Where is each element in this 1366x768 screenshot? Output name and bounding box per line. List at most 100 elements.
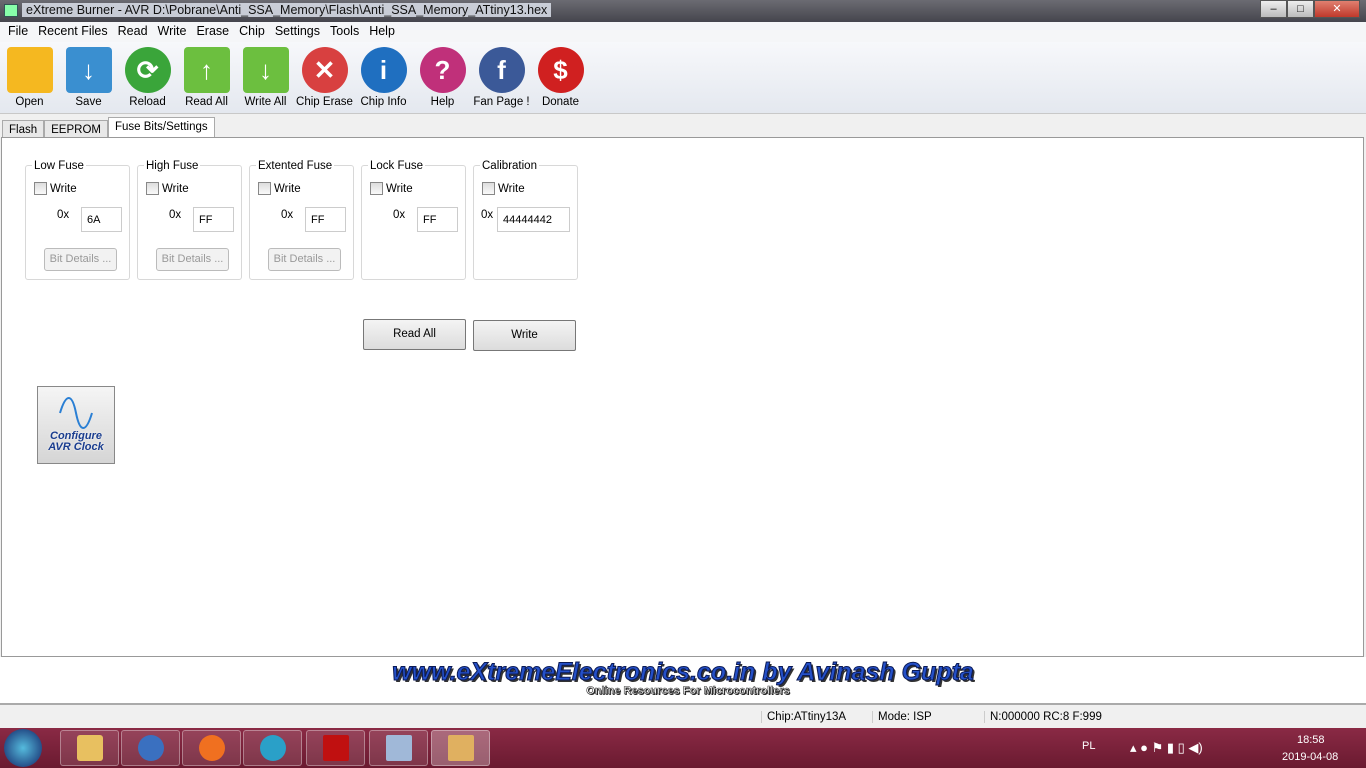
configure-avr-clock-label: Configure AVR Clock <box>48 430 104 453</box>
bit-details-button[interactable]: Bit Details ... <box>44 248 117 271</box>
fuse-group-extented-fuse: Extented Fuse Write 0x FF Bit Details ... <box>249 160 354 280</box>
tab-flash[interactable]: Flash <box>2 120 45 138</box>
taskbar-thunderbird[interactable] <box>121 730 180 766</box>
checkbox-box[interactable] <box>370 182 383 195</box>
thunderbird-icon <box>137 735 164 761</box>
extreme-burner-icon <box>447 735 474 761</box>
toolbar-save-button[interactable]: ↓ Save <box>59 42 118 114</box>
toolbar-write-all-button[interactable]: ↓ Write All <box>236 42 295 114</box>
reload-icon: ⟳ <box>124 47 171 93</box>
save-icon: ↓ <box>65 47 112 93</box>
checkbox-box[interactable] <box>258 182 271 195</box>
toolbar-fan-page-button[interactable]: f Fan Page ! <box>472 42 531 114</box>
menu-file[interactable]: File <box>3 22 33 42</box>
fuse-value-input[interactable]: FF <box>193 207 234 232</box>
toolbar-read-all-button[interactable]: ↑ Read All <box>177 42 236 114</box>
tab-bar: Flash EEPROM Fuse Bits/Settings <box>2 117 215 138</box>
facebook-icon: f <box>478 47 525 93</box>
write-checkbox-label: Write <box>498 182 525 195</box>
tab-eeprom[interactable]: EEPROM <box>44 120 108 138</box>
checkbox-box[interactable] <box>146 182 159 195</box>
fuse-group-calibration: Calibration Write 0x 44444442 <box>473 160 578 280</box>
write-checkbox[interactable]: Write <box>258 182 301 195</box>
menu-help[interactable]: Help <box>364 22 400 42</box>
taskbar-acrobat[interactable] <box>306 730 365 766</box>
menu-tools[interactable]: Tools <box>325 22 364 42</box>
clock-date[interactable]: 2019-04-08 <box>1282 751 1338 763</box>
pdf-icon <box>322 735 349 761</box>
fuse-value-input[interactable]: FF <box>305 207 346 232</box>
toolbar-help-button[interactable]: ? Help <box>413 42 472 114</box>
language-indicator[interactable]: PL <box>1082 740 1095 752</box>
write-checkbox-label: Write <box>50 182 77 195</box>
maximize-button[interactable]: □ <box>1287 0 1314 18</box>
write-checkbox[interactable]: Write <box>370 182 413 195</box>
s-app-icon <box>259 735 286 761</box>
taskbar-firefox[interactable] <box>182 730 241 766</box>
taskbar-skype[interactable] <box>243 730 302 766</box>
checkbox-box[interactable] <box>482 182 495 195</box>
close-button[interactable]: ✕ <box>1314 0 1360 18</box>
status-bar: Chip:ATtiny13A Mode: ISP N:000000 RC:8 F… <box>0 707 1366 728</box>
fuse-group-title: Calibration <box>480 160 539 172</box>
read-all-icon: ↑ <box>183 47 230 93</box>
toolbar-donate-button[interactable]: $ Donate <box>531 42 590 114</box>
bit-details-button[interactable]: Bit Details ... <box>156 248 229 271</box>
taskbar: PL ▴ ● ⚑ ▮ ▯ ◀) 18:58 2019-04-08 <box>0 728 1366 768</box>
toolbar-reload-button[interactable]: ⟳ Reload <box>118 42 177 114</box>
hex-prefix: 0x <box>393 209 406 221</box>
fuse-group-high-fuse: High Fuse Write 0x FF Bit Details ... <box>137 160 242 280</box>
configure-avr-clock-button[interactable]: Configure AVR Clock <box>37 386 115 464</box>
menu-write[interactable]: Write <box>153 22 192 42</box>
toolbar-label: Fan Page ! <box>473 96 530 108</box>
menu-recent-files[interactable]: Recent Files <box>33 22 112 42</box>
taskbar-extreme-burner[interactable] <box>431 730 490 766</box>
tray-icons[interactable]: ▴ ● ⚑ ▮ ▯ ◀) <box>1130 740 1203 756</box>
folder-icon <box>6 47 53 93</box>
menu-settings[interactable]: Settings <box>270 22 325 42</box>
clock-time[interactable]: 18:58 <box>1297 734 1325 746</box>
read-all-button[interactable]: Read All <box>363 319 466 350</box>
fuse-value-input[interactable]: FF <box>417 207 458 232</box>
toolbar-open-button[interactable]: Open <box>0 42 59 114</box>
hex-prefix: 0x <box>281 209 294 221</box>
toolbar-chip-erase-button[interactable]: ✕ Chip Erase <box>295 42 354 114</box>
status-info: N:000000 RC:8 F:999 <box>984 711 1102 723</box>
write-checkbox-label: Write <box>386 182 413 195</box>
menu-chip[interactable]: Chip <box>234 22 270 42</box>
tab-fuse-bits-settings[interactable]: Fuse Bits/Settings <box>107 117 215 138</box>
hex-prefix: 0x <box>169 209 182 221</box>
hex-prefix: 0x <box>57 209 70 221</box>
menu-read[interactable]: Read <box>113 22 153 42</box>
write-checkbox[interactable]: Write <box>146 182 189 195</box>
toolbar-label: Read All <box>185 96 228 108</box>
status-mode: Mode: ISP <box>872 711 932 723</box>
fuse-group-low-fuse: Low Fuse Write 0x 6A Bit Details ... <box>25 160 130 280</box>
taskbar-explorer[interactable] <box>60 730 119 766</box>
toolbar-chip-info-button[interactable]: i Chip Info <box>354 42 413 114</box>
minimize-button[interactable]: – <box>1260 0 1287 18</box>
broom-erase-icon: ✕ <box>301 47 348 93</box>
checkbox-box[interactable] <box>34 182 47 195</box>
banner-url[interactable]: www.eXtremeElectronics.co.in by Avinash … <box>0 658 1366 687</box>
write-checkbox-label: Write <box>162 182 189 195</box>
write-checkbox[interactable]: Write <box>34 182 77 195</box>
title-bar: eXtreme Burner - AVR D:\Pobrane\Anti_SSA… <box>0 0 1366 22</box>
toolbar-label: Donate <box>541 96 580 108</box>
hex-prefix: 0x <box>481 209 494 221</box>
status-chip: Chip:ATtiny13A <box>761 711 846 723</box>
taskbar-calculator[interactable] <box>369 730 428 766</box>
write-checkbox-label: Write <box>274 182 301 195</box>
fuse-group-title: Lock Fuse <box>368 160 426 172</box>
toolbar-label: Help <box>430 96 455 108</box>
toolbar-label: Chip Erase <box>296 96 353 108</box>
start-button[interactable] <box>4 729 42 767</box>
write-button[interactable]: Write <box>473 320 576 351</box>
bit-details-button[interactable]: Bit Details ... <box>268 248 341 271</box>
toolbar-label: Open <box>15 96 44 108</box>
write-checkbox[interactable]: Write <box>482 182 525 195</box>
menu-erase[interactable]: Erase <box>191 22 234 42</box>
fuse-bits-panel: Low Fuse Write 0x 6A Bit Details ... High … <box>1 137 1364 657</box>
fuse-value-input[interactable]: 44444442 <box>497 207 570 232</box>
fuse-value-input[interactable]: 6A <box>81 207 122 232</box>
